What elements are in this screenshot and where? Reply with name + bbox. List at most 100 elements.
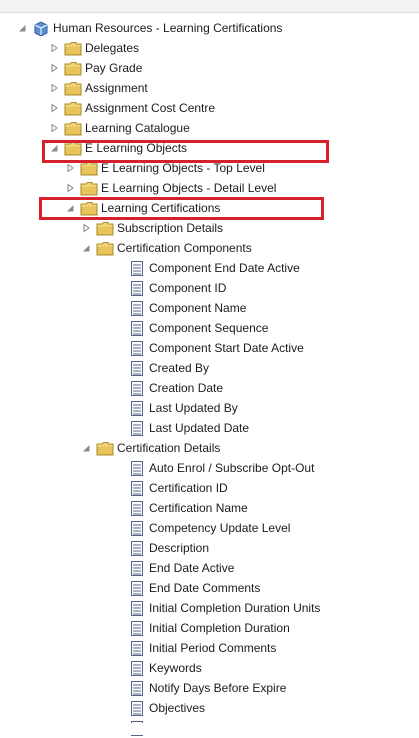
tree-folder-e-learning-objects[interactable]: E Learning Objects bbox=[48, 138, 187, 158]
tree-folder-learning-certifications[interactable]: Learning Certifications bbox=[64, 198, 220, 218]
tree-column-item[interactable]: Component Sequence bbox=[128, 318, 268, 338]
tree-column-item-label: Component ID bbox=[149, 281, 227, 295]
column-icon bbox=[128, 580, 146, 596]
triangle-right-icon[interactable] bbox=[48, 122, 60, 134]
column-icon bbox=[128, 260, 146, 276]
triangle-right-icon[interactable] bbox=[48, 102, 60, 114]
tree-folder-e-learning-objects-label: E Learning Objects bbox=[85, 141, 188, 155]
tree-column-item-label: Auto Enrol / Subscribe Opt-Out bbox=[149, 461, 315, 475]
folder-icon bbox=[64, 40, 82, 56]
tree-column-item-label: Creation Date bbox=[149, 381, 224, 395]
tree-folder-certification-details-label: Certification Details bbox=[117, 441, 221, 455]
tree-column-item-label: Component End Date Active bbox=[149, 261, 300, 275]
folder-icon bbox=[64, 80, 82, 96]
tree-column-item-label: Initial Completion Duration Units bbox=[149, 601, 321, 615]
tree-column-item-label: End Date Comments bbox=[149, 581, 261, 595]
tree-folder-delegates[interactable]: Delegates bbox=[48, 38, 139, 58]
tree-column-item[interactable]: End Date Comments bbox=[128, 578, 260, 598]
tree-column-item[interactable]: Description bbox=[128, 538, 209, 558]
tree-folder-certification-details[interactable]: Certification Details bbox=[80, 438, 220, 458]
column-icon bbox=[128, 700, 146, 716]
tree-folder-e-learning-objects-top-level-label: E Learning Objects - Top Level bbox=[101, 161, 265, 175]
tree-folder-assignment-cost-centre-label: Assignment Cost Centre bbox=[85, 101, 216, 115]
column-icon bbox=[128, 480, 146, 496]
column-icon bbox=[128, 500, 146, 516]
folder-icon bbox=[80, 180, 98, 196]
tree-column-item[interactable]: Component End Date Active bbox=[128, 258, 300, 278]
tree-column-item[interactable]: Last Updated By bbox=[128, 398, 238, 418]
tree-column-item[interactable]: Objectives bbox=[128, 698, 205, 718]
tree-column-item-label: Initial Period Comments bbox=[149, 641, 277, 655]
triangle-down-icon[interactable] bbox=[16, 22, 28, 34]
tree-folder-e-learning-objects-top-level[interactable]: E Learning Objects - Top Level bbox=[64, 158, 265, 178]
folder-icon bbox=[64, 120, 82, 136]
tree-column-item-label: Component Name bbox=[149, 301, 247, 315]
column-icon bbox=[128, 600, 146, 616]
subject-area-icon bbox=[32, 20, 50, 36]
tree-column-item-label: Component Start Date Active bbox=[149, 341, 304, 355]
tree-folder-learning-certifications-label: Learning Certifications bbox=[101, 201, 221, 215]
tree-column-item[interactable]: Initial Completion Duration Units bbox=[128, 598, 320, 618]
tree-column-item[interactable]: Certification ID bbox=[128, 478, 228, 498]
tree-column-item[interactable]: Component Name bbox=[128, 298, 246, 318]
tree-column-item[interactable]: Competency Update Level bbox=[128, 518, 290, 538]
triangle-down-icon[interactable] bbox=[64, 202, 76, 214]
tree-folder-e-learning-objects-detail-level[interactable]: E Learning Objects - Detail Level bbox=[64, 178, 276, 198]
tree-column-item[interactable]: Component ID bbox=[128, 278, 226, 298]
tree-folder-subscription-details[interactable]: Subscription Details bbox=[80, 218, 223, 238]
triangle-down-icon[interactable] bbox=[80, 242, 92, 254]
tree-column-item[interactable]: Initial Completion Duration bbox=[128, 618, 290, 638]
tree-folder-e-learning-objects-detail-level-label: E Learning Objects - Detail Level bbox=[101, 181, 277, 195]
tree-column-item-label: Competency Update Level bbox=[149, 521, 291, 535]
column-icon bbox=[128, 660, 146, 676]
tree-folder-assignment-label: Assignment bbox=[85, 81, 148, 95]
column-icon bbox=[128, 280, 146, 296]
folder-icon bbox=[64, 140, 82, 156]
triangle-right-icon[interactable] bbox=[64, 182, 76, 194]
triangle-right-icon[interactable] bbox=[80, 222, 92, 234]
tree-column-item-label: Objectives bbox=[149, 701, 206, 715]
tree-column-item-label: Initial Completion Duration bbox=[149, 621, 290, 635]
tree-folder-certification-components[interactable]: Certification Components bbox=[80, 238, 252, 258]
triangle-right-icon[interactable] bbox=[64, 162, 76, 174]
column-icon bbox=[128, 320, 146, 336]
folder-icon bbox=[80, 160, 98, 176]
tree-folder-assignment-cost-centre[interactable]: Assignment Cost Centre bbox=[48, 98, 215, 118]
tree-column-item[interactable]: Auto Enrol / Subscribe Opt-Out bbox=[128, 458, 314, 478]
tree-folder-learning-catalogue[interactable]: Learning Catalogue bbox=[48, 118, 190, 138]
tree-column-item[interactable]: Created By bbox=[128, 358, 209, 378]
tree-column-item[interactable]: Notify Days Before Expire bbox=[128, 678, 286, 698]
tree-column-item-label: Certification ID bbox=[149, 481, 228, 495]
tree-column-item[interactable]: Keywords bbox=[128, 658, 202, 678]
folder-icon bbox=[64, 100, 82, 116]
column-icon bbox=[128, 340, 146, 356]
tree-folder-assignment[interactable]: Assignment bbox=[48, 78, 148, 98]
tree-column-item[interactable]: Component Start Date Active bbox=[128, 338, 304, 358]
tree-folder-pay-grade[interactable]: Pay Grade bbox=[48, 58, 142, 78]
tree-column-item-label: Component Sequence bbox=[149, 321, 269, 335]
column-icon bbox=[128, 680, 146, 696]
tree-column-item-label: Keywords bbox=[149, 661, 202, 675]
triangle-down-icon[interactable] bbox=[80, 442, 92, 454]
tree-column-item[interactable]: Creation Date bbox=[128, 378, 223, 398]
column-icon bbox=[128, 540, 146, 556]
tree-column-item-label: Last Updated Date bbox=[149, 421, 250, 435]
column-icon bbox=[128, 620, 146, 636]
triangle-right-icon[interactable] bbox=[48, 42, 60, 54]
triangle-right-icon[interactable] bbox=[48, 62, 60, 74]
tree-column-item[interactable]: Certification Name bbox=[128, 498, 248, 518]
tree-column-item[interactable]: End Date Active bbox=[128, 558, 234, 578]
tree-column-item-label: Created By bbox=[149, 361, 210, 375]
tree-column-item[interactable]: Last Updated Date bbox=[128, 418, 249, 438]
tree-root[interactable]: Human Resources - Learning Certification… bbox=[16, 18, 282, 38]
subject-area-tree: Human Resources - Learning Certification… bbox=[0, 0, 419, 736]
column-icon bbox=[128, 420, 146, 436]
tree-folder-certification-components-label: Certification Components bbox=[117, 241, 252, 255]
column-icon bbox=[128, 300, 146, 316]
column-icon bbox=[128, 520, 146, 536]
folder-icon bbox=[96, 220, 114, 236]
triangle-down-icon[interactable] bbox=[48, 142, 60, 154]
folder-icon bbox=[96, 240, 114, 256]
triangle-right-icon[interactable] bbox=[48, 82, 60, 94]
tree-column-item[interactable]: Initial Period Comments bbox=[128, 638, 276, 658]
